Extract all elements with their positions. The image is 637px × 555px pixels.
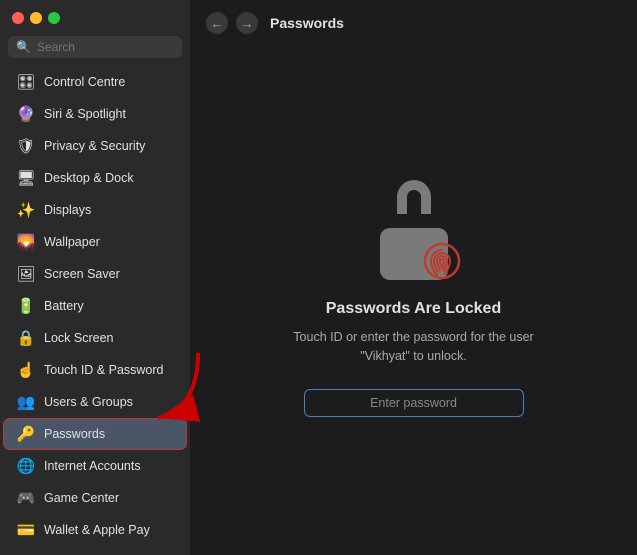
forward-button[interactable]: →: [236, 12, 258, 34]
sidebar-item-siri-spotlight[interactable]: 🔮 Siri & Spotlight: [4, 99, 186, 129]
sidebar-label-control-centre: Control Centre: [44, 75, 125, 89]
displays-icon: ✨: [16, 200, 36, 220]
minimize-button[interactable]: [30, 12, 42, 24]
sidebar-label-game-center: Game Center: [44, 491, 119, 505]
sidebar-item-game-center[interactable]: 🎮 Game Center: [4, 483, 186, 513]
main-toolbar: ← → Passwords: [190, 0, 637, 42]
wallet-apple-pay-icon: 💳: [16, 520, 36, 540]
lock-shackle: [397, 180, 431, 214]
maximize-button[interactable]: [48, 12, 60, 24]
sidebar-item-battery[interactable]: 🔋 Battery: [4, 291, 186, 321]
search-input[interactable]: [37, 40, 174, 54]
battery-icon: 🔋: [16, 296, 36, 316]
internet-accounts-icon: 🌐: [16, 456, 36, 476]
sidebar-item-users-groups[interactable]: 👥 Users & Groups: [4, 387, 186, 417]
sidebar-label-passwords: Passwords: [44, 427, 105, 441]
back-button[interactable]: ←: [206, 12, 228, 34]
sidebar-item-internet-accounts[interactable]: 🌐 Internet Accounts: [4, 451, 186, 481]
sidebar-label-siri-spotlight: Siri & Spotlight: [44, 107, 126, 121]
touch-id-icon: ☝: [16, 360, 36, 380]
privacy-security-icon: 🛡: [16, 136, 36, 156]
passwords-icon: 🔑: [16, 424, 36, 444]
screen-saver-icon: 🖼: [16, 264, 36, 284]
close-button[interactable]: [12, 12, 24, 24]
sidebar-label-lock-screen: Lock Screen: [44, 331, 113, 345]
sidebar-item-desktop-dock[interactable]: 🖥 Desktop & Dock: [4, 163, 186, 193]
game-center-icon: 🎮: [16, 488, 36, 508]
sidebar-label-desktop-dock: Desktop & Dock: [44, 171, 134, 185]
sidebar-item-wallet-apple-pay[interactable]: 💳 Wallet & Apple Pay: [4, 515, 186, 545]
locked-title: Passwords Are Locked: [326, 300, 501, 318]
sidebar-item-displays[interactable]: ✨ Displays: [4, 195, 186, 225]
sidebar-label-users-groups: Users & Groups: [44, 395, 133, 409]
search-bar: 🔍: [8, 36, 182, 58]
window-controls: [0, 0, 190, 32]
sidebar-label-displays: Displays: [44, 203, 91, 217]
sidebar-label-battery: Battery: [44, 299, 84, 313]
sidebar-label-wallet-apple-pay: Wallet & Apple Pay: [44, 523, 150, 537]
sidebar-item-control-centre[interactable]: 🎛 Control Centre: [4, 67, 186, 97]
lock-icon: [369, 180, 459, 280]
sidebar-label-privacy-security: Privacy & Security: [44, 139, 145, 153]
sidebar-item-touch-id-password[interactable]: ☝ Touch ID & Password: [4, 355, 186, 385]
locked-subtitle-line2: "Vikhyat" to unlock.: [360, 349, 467, 363]
page-title: Passwords: [270, 15, 344, 31]
sidebar-items-list: 🎛 Control Centre 🔮 Siri & Spotlight 🛡 Pr…: [0, 66, 190, 555]
locked-subtitle: Touch ID or enter the password for the u…: [293, 328, 533, 366]
password-input-container: [304, 389, 524, 417]
siri-spotlight-icon: 🔮: [16, 104, 36, 124]
main-panel: ← → Passwords Pass: [190, 0, 637, 555]
password-input[interactable]: [304, 389, 524, 417]
wallpaper-icon: 🌄: [16, 232, 36, 252]
sidebar-label-wallpaper: Wallpaper: [44, 235, 100, 249]
sidebar-item-privacy-security[interactable]: 🛡 Privacy & Security: [4, 131, 186, 161]
sidebar-label-screen-saver: Screen Saver: [44, 267, 120, 281]
sidebar: 🔍 🎛 Control Centre 🔮 Siri & Spotlight 🛡 …: [0, 0, 190, 555]
sidebar-item-lock-screen[interactable]: 🔒 Lock Screen: [4, 323, 186, 353]
fingerprint-icon: [423, 242, 459, 278]
search-icon: 🔍: [16, 40, 31, 54]
lock-screen-icon: 🔒: [16, 328, 36, 348]
sidebar-label-internet-accounts: Internet Accounts: [44, 459, 141, 473]
sidebar-label-touch-id-password: Touch ID & Password: [44, 363, 164, 377]
sidebar-item-passwords[interactable]: 🔑 Passwords: [4, 419, 186, 449]
sidebar-item-screen-saver[interactable]: 🖼 Screen Saver: [4, 259, 186, 289]
users-groups-icon: 👥: [16, 392, 36, 412]
locked-subtitle-line1: Touch ID or enter the password for the u…: [293, 330, 533, 344]
sidebar-item-wallpaper[interactable]: 🌄 Wallpaper: [4, 227, 186, 257]
main-content: Passwords Are Locked Touch ID or enter t…: [190, 42, 637, 555]
control-centre-icon: 🎛: [16, 72, 36, 92]
desktop-dock-icon: 🖥: [16, 168, 36, 188]
